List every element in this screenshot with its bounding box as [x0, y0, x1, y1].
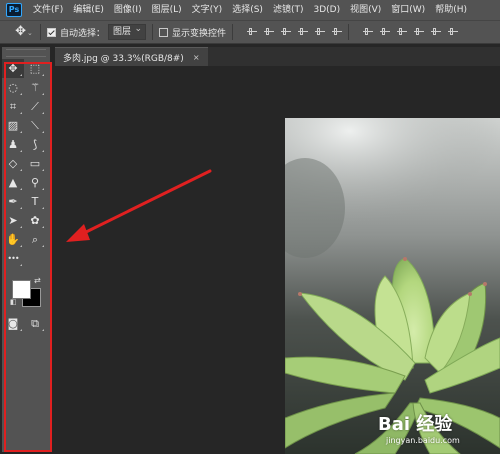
- menu-item[interactable]: 帮助(H): [430, 0, 472, 20]
- options-bar: ✥⌄ 自动选择： 图层 显示变换控件: [0, 20, 500, 44]
- separator: [348, 24, 350, 40]
- menu-item[interactable]: 滤镜(T): [268, 0, 309, 20]
- menu-item[interactable]: 视图(V): [345, 0, 386, 20]
- auto-select-label: 自动选择：: [60, 28, 106, 39]
- show-transform-label: 显示变换控件: [172, 28, 227, 39]
- document-tab-title: 多肉.jpg @ 33.3%(RGB/8#): [63, 53, 184, 64]
- menu-item[interactable]: 编辑(E): [68, 0, 109, 20]
- separator: [152, 24, 154, 40]
- succulent-photo: [285, 118, 500, 454]
- show-transform-checkbox[interactable]: [159, 27, 169, 37]
- distribute-hcenter-icon[interactable]: [431, 27, 442, 37]
- menu-item[interactable]: 文字(Y): [187, 0, 228, 20]
- align-vcenter-icon[interactable]: [264, 27, 275, 37]
- separator: [232, 24, 234, 40]
- auto-select-target-dropdown[interactable]: 图层: [108, 22, 147, 40]
- close-icon[interactable]: ×: [193, 53, 200, 62]
- menu-bar: Ps 文件(F) 编辑(E) 图像(I) 图层(L) 文字(Y) 选择(S) 滤镜(T) 3D…: [0, 0, 500, 20]
- separator: [40, 24, 41, 40]
- distribute-vcenter-icon[interactable]: [380, 27, 391, 37]
- panel-grip[interactable]: [6, 49, 46, 57]
- menu-item[interactable]: 选择(S): [227, 0, 268, 20]
- distribute-left-icon[interactable]: [414, 27, 425, 37]
- menu-item[interactable]: 3D(D): [308, 0, 345, 20]
- document-tab[interactable]: 多肉.jpg @ 33.3%(RGB/8#) ×: [55, 47, 208, 66]
- distribute-bottom-icon[interactable]: [397, 27, 408, 37]
- menu-item[interactable]: 窗口(W): [386, 0, 430, 20]
- distribute-right-icon[interactable]: [448, 27, 459, 37]
- watermark-url: jingyan.baidu.com: [386, 436, 460, 445]
- menu-item[interactable]: 图像(I): [109, 0, 147, 20]
- photoshop-logo: Ps: [6, 3, 22, 17]
- auto-select-checkbox[interactable]: [47, 27, 56, 37]
- align-buttons: [247, 27, 343, 37]
- align-right-icon[interactable]: [332, 27, 343, 37]
- align-left-icon[interactable]: [298, 27, 309, 37]
- align-hcenter-icon[interactable]: [315, 27, 326, 37]
- menu-item[interactable]: 图层(L): [147, 0, 187, 20]
- highlight-box: [4, 62, 52, 452]
- move-tool-preset-icon[interactable]: ✥⌄: [14, 22, 34, 42]
- menu-item[interactable]: 文件(F): [28, 0, 68, 20]
- align-bottom-icon[interactable]: [281, 27, 292, 37]
- menu-items: 文件(F) 编辑(E) 图像(I) 图层(L) 文字(Y) 选择(S) 滤镜(T) 3D(D)…: [28, 0, 472, 20]
- distribute-top-icon[interactable]: [363, 27, 374, 37]
- baidu-watermark: Bai 经验 jingyan.baidu.com: [378, 410, 460, 445]
- align-top-icon[interactable]: [247, 27, 258, 37]
- distribute-buttons: [363, 27, 459, 37]
- watermark-brand: Bai 经验: [378, 414, 453, 435]
